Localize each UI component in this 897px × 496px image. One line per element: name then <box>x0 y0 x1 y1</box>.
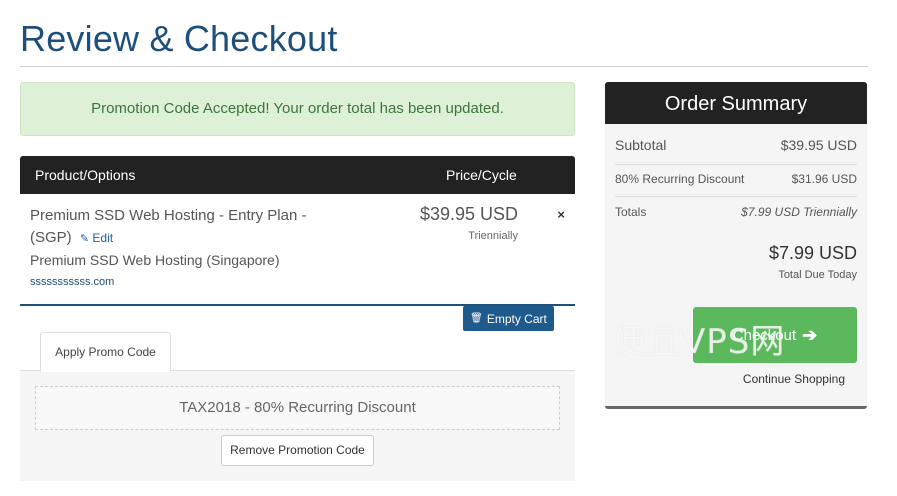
cart-item-cycle: Triennially <box>468 230 518 242</box>
discount-label: 80% Recurring Discount <box>615 172 745 186</box>
order-summary-title: Order Summary <box>605 82 867 124</box>
subtotal-value: $39.95 USD <box>780 137 857 153</box>
pencil-icon: ✎ <box>79 233 90 245</box>
order-summary-panel: Order Summary Subtotal $39.95 USD 80% Re… <box>605 82 867 409</box>
edit-item-link[interactable]: ✎ Edit <box>80 231 113 245</box>
promo-panel: TAX2018 - 80% Recurring Discount Remove … <box>20 371 575 481</box>
totals-label: Totals <box>615 205 647 219</box>
edit-label: Edit <box>92 231 114 245</box>
arrow-right-icon: ➔ <box>802 324 818 345</box>
empty-cart-label: Empty Cart <box>486 311 547 326</box>
subtotal-row: Subtotal $39.95 USD <box>615 137 857 165</box>
continue-shopping-link[interactable]: Continue Shopping <box>743 372 845 386</box>
promo-success-alert: Promotion Code Accepted! Your order tota… <box>20 82 575 136</box>
empty-cart-button[interactable]: 🗑 Empty Cart <box>463 306 554 331</box>
discount-row: 80% Recurring Discount $31.96 USD <box>615 172 857 197</box>
applied-promo-code: TAX2018 - 80% Recurring Discount <box>35 386 560 430</box>
column-header-product: Product/Options <box>35 167 136 183</box>
totals-value: $7.99 USD Triennially <box>741 205 857 219</box>
cart-item-price: $39.95 USD <box>419 204 518 224</box>
total-due-label: Total Due Today <box>778 269 857 281</box>
cart-table-header: Product/Options Price/Cycle <box>20 156 575 194</box>
cart-item-row: Premium SSD Web Hosting - Entry Plan - (… <box>20 194 575 306</box>
cart-item-name-block: Premium SSD Web Hosting - Entry Plan - (… <box>30 205 330 250</box>
cart-item-name: Premium SSD Web Hosting - Entry Plan - (… <box>30 207 307 246</box>
checkout-button[interactable]: Checkout ➔ <box>693 307 857 363</box>
discount-value: $31.96 USD <box>791 172 857 186</box>
title-divider <box>20 66 868 67</box>
tab-apply-promo-code[interactable]: Apply Promo Code <box>40 332 171 372</box>
totals-row: Totals $7.99 USD Triennially <box>615 205 857 219</box>
subtotal-label: Subtotal <box>615 137 667 153</box>
page-title: Review & Checkout <box>20 18 338 59</box>
remove-promo-button[interactable]: Remove Promotion Code <box>221 435 374 466</box>
cart-item-description: Premium SSD Web Hosting (Singapore) <box>30 252 280 268</box>
checkout-label: Checkout <box>732 326 797 344</box>
cart-item-domain: sssssssssss.com <box>30 276 115 288</box>
close-icon[interactable]: × <box>557 207 565 222</box>
total-due-amount: $7.99 USD <box>768 243 857 263</box>
column-header-price: Price/Cycle <box>446 167 517 183</box>
trash-icon: 🗑 <box>470 313 483 324</box>
